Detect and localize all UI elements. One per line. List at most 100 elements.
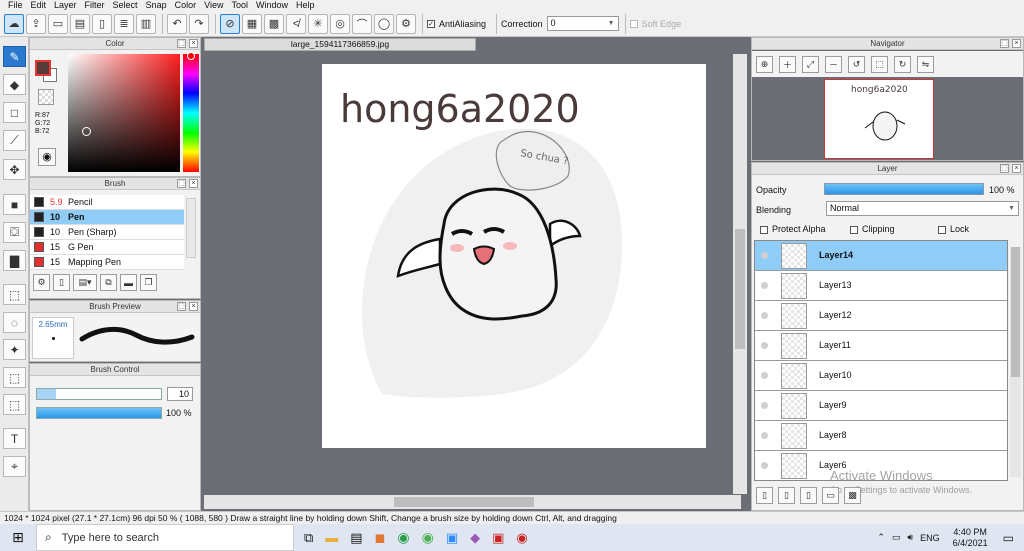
clipping-checkbox[interactable] bbox=[850, 225, 858, 234]
volume-icon[interactable]: 🔊︎ bbox=[907, 532, 913, 543]
close-icon[interactable]: × bbox=[189, 39, 198, 48]
curve-icon[interactable]: ⌒ bbox=[352, 13, 372, 34]
visibility-icon[interactable] bbox=[761, 402, 768, 409]
layer-row[interactable]: Layer10 bbox=[755, 361, 1007, 391]
menu-item[interactable]: Tool bbox=[229, 0, 254, 11]
magic-wand-icon[interactable]: ✦ bbox=[3, 339, 26, 360]
blending-select[interactable]: Normal ▼ bbox=[826, 201, 1019, 216]
horizontal-scrollbar[interactable] bbox=[204, 495, 741, 509]
protect-alpha-option[interactable]: Protect Alpha bbox=[760, 224, 826, 234]
lasso-tool-icon[interactable]: ◌ bbox=[3, 312, 26, 333]
store-icon[interactable]: ▤ bbox=[350, 530, 362, 546]
grid-icon[interactable]: ▩ bbox=[264, 13, 284, 34]
brush-opacity-slider[interactable] bbox=[36, 407, 162, 419]
visibility-icon[interactable] bbox=[761, 372, 768, 379]
float-icon[interactable]: ⬚ bbox=[177, 39, 186, 48]
language-indicator[interactable]: ENG bbox=[920, 533, 940, 543]
redo-icon[interactable]: ↷ bbox=[189, 13, 209, 34]
rotate-left-icon[interactable]: ↺ bbox=[848, 55, 865, 73]
eraser-tool-icon[interactable]: ◆ bbox=[3, 74, 26, 95]
zoom-icon[interactable]: ▣ bbox=[446, 530, 458, 546]
menu-item[interactable]: File bbox=[6, 0, 29, 11]
task-view-icon[interactable]: ⧉ bbox=[304, 530, 313, 546]
float-icon[interactable]: ⬚ bbox=[1000, 164, 1009, 173]
layer-opacity-slider[interactable] bbox=[824, 183, 984, 195]
select-none-icon[interactable]: ⊘ bbox=[220, 13, 240, 34]
menu-item[interactable]: Layer bbox=[52, 0, 83, 11]
hue-slider[interactable] bbox=[183, 54, 199, 172]
soft-edge-checkbox[interactable] bbox=[629, 19, 638, 28]
menu-item[interactable]: Color bbox=[173, 0, 203, 11]
close-icon[interactable]: × bbox=[1012, 39, 1021, 48]
layer-row[interactable]: Layer12 bbox=[755, 301, 1007, 331]
select-eraser-icon[interactable]: ⬚ bbox=[3, 394, 26, 415]
select-pen-icon[interactable]: ⬚ bbox=[3, 367, 26, 388]
concentric-icon[interactable]: ◎ bbox=[330, 13, 350, 34]
rotate-right-icon[interactable]: ↻ bbox=[894, 55, 911, 73]
brush-tool-icon[interactable]: ✎ bbox=[3, 46, 26, 67]
close-icon[interactable]: × bbox=[189, 302, 198, 311]
line-tool-icon[interactable]: ⟋ bbox=[3, 130, 26, 151]
visibility-icon[interactable] bbox=[761, 282, 768, 289]
taskbar-search-box[interactable]: ⌕ Type here to search bbox=[36, 524, 294, 551]
new-layer-1bit-icon[interactable]: ▯ bbox=[800, 487, 817, 504]
layer-scroll-thumb[interactable] bbox=[1011, 247, 1020, 377]
vertical-scroll-thumb[interactable] bbox=[735, 229, 745, 349]
antialias-checkbox[interactable]: ✓ bbox=[427, 19, 435, 28]
visibility-icon[interactable] bbox=[761, 252, 768, 259]
garena-icon[interactable]: ▣ bbox=[492, 530, 504, 546]
brush-menu-icon[interactable]: ▤▾ bbox=[73, 274, 97, 291]
radial-icon[interactable]: ✳ bbox=[308, 13, 328, 34]
lock-option[interactable]: Lock bbox=[938, 224, 969, 234]
brush-item[interactable]: 10 Pen (Sharp) bbox=[30, 225, 184, 240]
color-saturation-field[interactable] bbox=[68, 54, 180, 172]
visibility-icon[interactable] bbox=[761, 312, 768, 319]
clock[interactable]: 4:40 PM 6/4/2021 bbox=[953, 527, 988, 549]
drawing-canvas[interactable]: hong6a2020 So chua ? bbox=[322, 64, 706, 448]
menu-item[interactable]: View bbox=[202, 0, 229, 11]
file-explorer-icon[interactable]: ▬ bbox=[325, 530, 338, 545]
navigator-preview[interactable]: hong6a2020 bbox=[824, 79, 934, 159]
gradient-tool-icon[interactable]: ▇ bbox=[3, 250, 26, 271]
rectangle-tool-icon[interactable]: □ bbox=[3, 102, 26, 123]
visibility-icon[interactable] bbox=[761, 462, 768, 469]
menu-item[interactable]: Select bbox=[111, 0, 144, 11]
message-icon[interactable]: ▤ bbox=[70, 13, 90, 34]
document-tab[interactable]: large_1594117366859.jpg bbox=[204, 38, 476, 51]
new-layer-icon[interactable]: ▯ bbox=[756, 487, 773, 504]
brush-list-scrollbar[interactable] bbox=[186, 198, 196, 258]
layer-row[interactable]: Layer11 bbox=[755, 331, 1007, 361]
zoom-in-icon[interactable]: ＋ bbox=[779, 55, 796, 73]
clipping-option[interactable]: Clipping bbox=[850, 224, 895, 234]
brush-size-value[interactable]: 10 bbox=[167, 387, 193, 401]
close-icon[interactable]: × bbox=[1012, 164, 1021, 173]
polygon-icon[interactable]: ◯ bbox=[374, 13, 394, 34]
folder-icon[interactable]: ▬ bbox=[120, 274, 137, 291]
chrome-icon[interactable]: ◉ bbox=[397, 529, 409, 546]
transparent-color-swatch[interactable] bbox=[38, 89, 54, 105]
horizontal-scroll-thumb[interactable] bbox=[394, 497, 534, 507]
network-icon[interactable]: ▭ bbox=[892, 532, 901, 543]
new-layer-8bit-icon[interactable]: ▯ bbox=[778, 487, 795, 504]
close-icon[interactable]: × bbox=[189, 179, 198, 188]
move-tool-icon[interactable]: ✥ bbox=[3, 159, 26, 180]
new-folder-icon[interactable]: ▭ bbox=[822, 487, 839, 504]
visibility-icon[interactable] bbox=[761, 432, 768, 439]
brush-item[interactable]: 15 Mapping Pen bbox=[30, 255, 184, 270]
gear-icon[interactable]: ⚙ bbox=[396, 13, 416, 34]
layer-row[interactable]: Layer13 bbox=[755, 271, 1007, 301]
layer-row[interactable]: Layer14 bbox=[755, 241, 1007, 271]
paint-icon[interactable]: ◆ bbox=[470, 530, 480, 546]
layer-row[interactable]: Layer8 bbox=[755, 421, 1007, 451]
desktop-icon[interactable]: ☁ bbox=[4, 13, 24, 34]
office-icon[interactable]: ◼ bbox=[375, 530, 386, 546]
text-tool-icon[interactable]: T bbox=[3, 428, 26, 449]
float-icon[interactable]: ⬚ bbox=[177, 302, 186, 311]
zoom-fit-icon[interactable]: ⊕ bbox=[756, 55, 773, 73]
layer-list-scrollbar[interactable] bbox=[1010, 247, 1021, 477]
copy-brush-icon[interactable]: ⧉ bbox=[100, 274, 117, 291]
hatch-icon[interactable]: ▦ bbox=[242, 13, 262, 34]
eyedropper-tool-icon[interactable]: ⌖ bbox=[3, 456, 26, 477]
menu-item[interactable]: Window bbox=[254, 0, 294, 11]
new-brush-icon[interactable]: ▯ bbox=[53, 274, 70, 291]
